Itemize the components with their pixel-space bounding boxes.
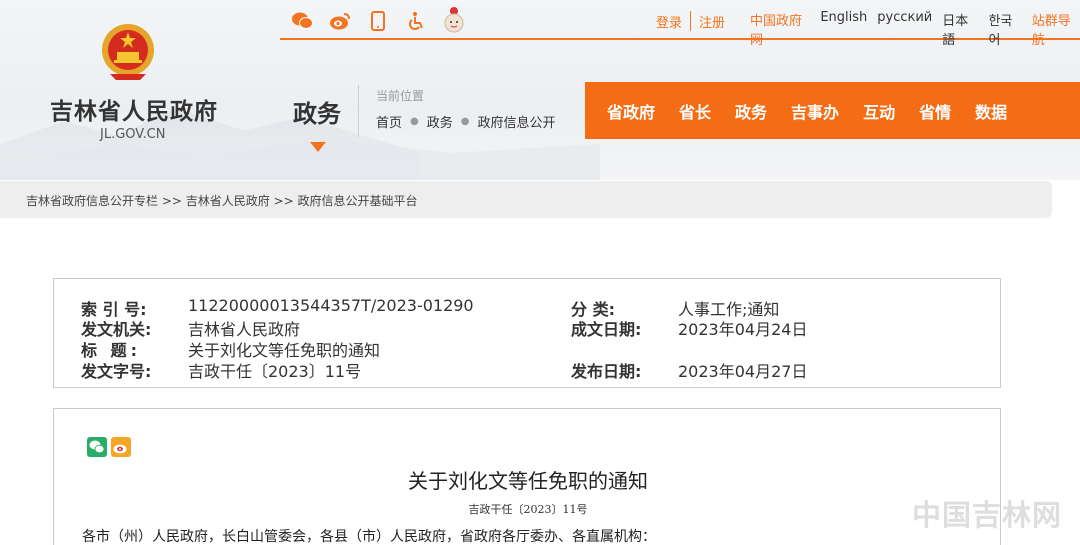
weibo-icon[interactable] <box>328 9 352 33</box>
crumb-info-disclosure[interactable]: 政府信息公开 <box>478 112 556 131</box>
article-salutation: 各市（州）人民政府，长白山管委会，各县（市）人民政府，省政府各厅委办、各直属机构… <box>82 529 656 545</box>
published-date-label: 发布日期: <box>571 362 642 381</box>
register-link[interactable]: 注册 <box>699 12 725 31</box>
accessibility-icon[interactable] <box>404 9 428 33</box>
mobile-icon[interactable] <box>366 9 390 33</box>
divider <box>358 85 359 137</box>
wechat-icon[interactable] <box>290 9 314 33</box>
crumb-affairs[interactable]: 政务 <box>427 112 453 131</box>
nav-jishiban[interactable]: 吉事办 <box>791 99 839 123</box>
language-links: 中国政府网 English русский 日本語 한국어 站群导航 <box>750 10 1080 48</box>
main-navigation: 省政府 省长 政务 吉事办 互动 省情 数据 <box>585 82 1080 139</box>
article-title: 关于刘化文等任免职的通知 <box>408 469 648 493</box>
document-info-box: 索 引 号: 11220000013544357T/2023-01290 分 类… <box>53 278 1001 388</box>
breadcrumb[interactable]: 吉林省政府信息公开专栏 >> 吉林省人民政府 >> 政府信息公开基础平台 <box>26 192 417 209</box>
caret-down-icon <box>310 142 326 152</box>
crumb-home[interactable]: 首页 <box>376 112 402 131</box>
site-title[interactable]: 吉林省人民政府 <box>50 92 218 126</box>
site-nav-link[interactable]: 站群导航 <box>1032 10 1080 48</box>
created-date-value: 2023年04月24日 <box>678 320 808 339</box>
nav-province-info[interactable]: 省情 <box>919 99 951 123</box>
site-domain: JL.GOV.CN <box>100 127 166 142</box>
mascot-icon[interactable] <box>442 6 466 36</box>
top-icons <box>290 6 466 36</box>
dot-separator: ● <box>410 116 419 127</box>
article-content: 关于刘化文等任免职的通知 吉政干任〔2023〕11号 各市（州）人民政府，长白山… <box>53 408 1001 545</box>
created-date-label: 成文日期: <box>571 320 642 339</box>
auth-links: 登录 注册 <box>656 11 725 31</box>
divider <box>690 11 692 31</box>
location-breadcrumb: 首页 ● 政务 ● 政府信息公开 <box>376 112 556 131</box>
nav-data[interactable]: 数据 <box>975 99 1007 123</box>
login-link[interactable]: 登录 <box>656 12 682 31</box>
section-title: 政务 <box>293 100 341 128</box>
share-wechat-icon[interactable] <box>87 437 107 457</box>
nav-governor[interactable]: 省长 <box>679 99 711 123</box>
nav-affairs[interactable]: 政务 <box>735 99 767 123</box>
russian-link[interactable]: русский <box>877 10 932 48</box>
docno-label: 发文字号: <box>81 362 152 381</box>
breadcrumb-bar: 吉林省政府信息公开专栏 >> 吉林省人民政府 >> 政府信息公开基础平台 <box>0 181 1052 218</box>
dot-separator: ● <box>460 116 470 127</box>
korean-link[interactable]: 한국어 <box>988 10 1021 48</box>
top-utility-bar: 登录 注册 中国政府网 English русский 日本語 한국어 站群导航 <box>280 0 1080 48</box>
gov-cn-link[interactable]: 中国政府网 <box>750 10 810 48</box>
published-date-value: 2023年04月27日 <box>678 362 808 381</box>
nav-province-gov[interactable]: 省政府 <box>607 99 655 123</box>
location-label: 当前位置 <box>376 89 425 103</box>
docno-value: 吉政干任〔2023〕11号 <box>188 362 362 381</box>
japanese-link[interactable]: 日本語 <box>942 10 978 48</box>
watermark: 中国吉林网 <box>912 498 1063 532</box>
index-value: 11220000013544357T/2023-01290 <box>188 296 474 315</box>
article-doc-number: 吉政干任〔2023〕11号 <box>468 503 588 516</box>
share-weibo-icon[interactable] <box>111 437 131 457</box>
english-link[interactable]: English <box>820 10 867 48</box>
national-emblem-logo[interactable] <box>100 22 156 82</box>
nav-interaction[interactable]: 互动 <box>863 99 895 123</box>
